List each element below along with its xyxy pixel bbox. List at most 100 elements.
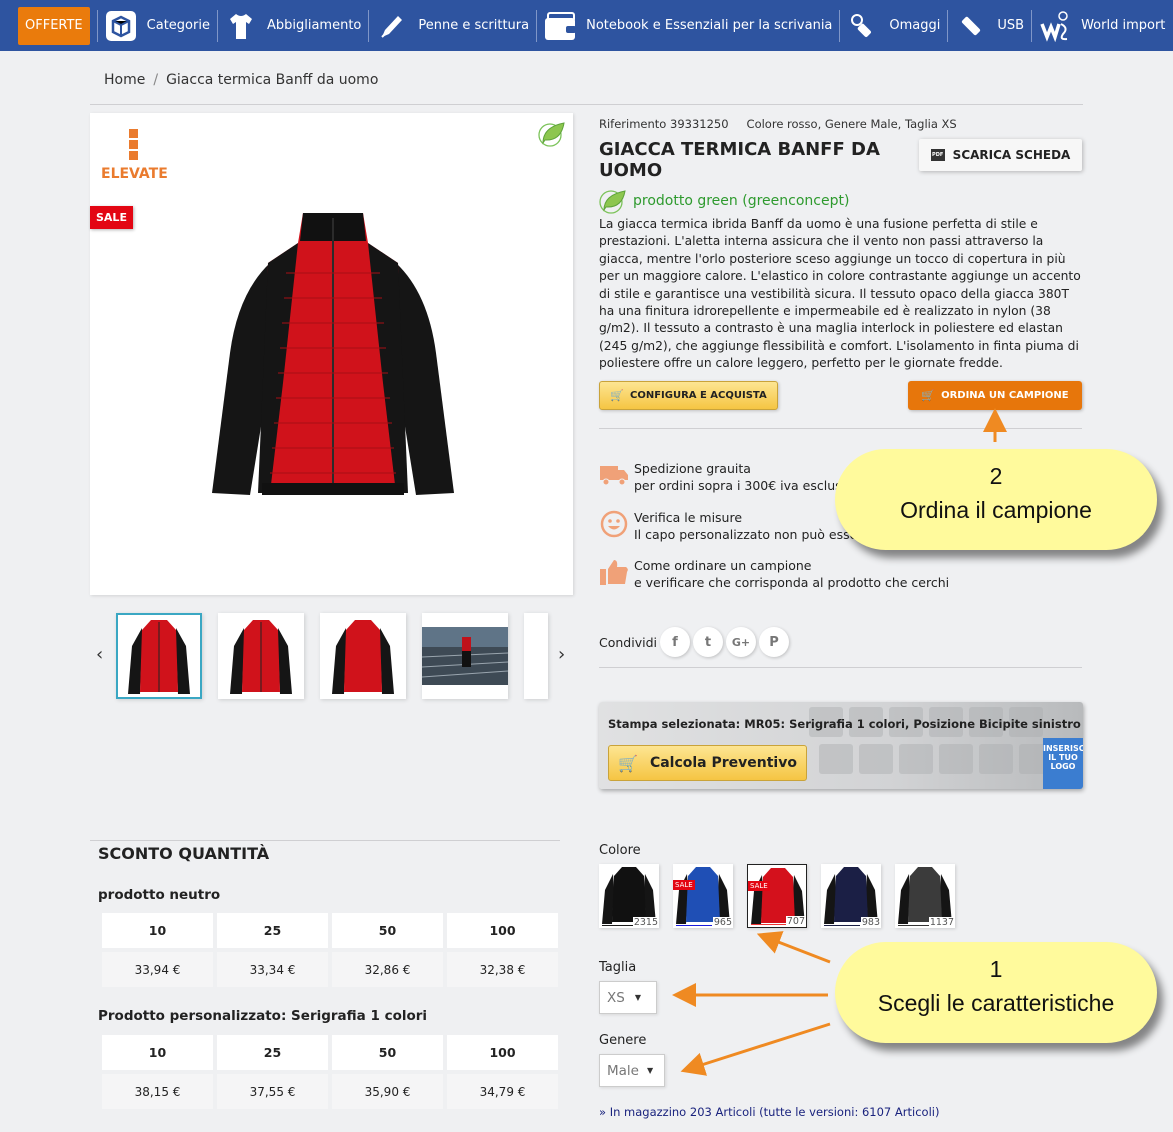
thumbs-up-icon xyxy=(599,557,629,587)
thumbnail-partial[interactable] xyxy=(524,613,548,699)
twitter-icon[interactable]: t xyxy=(692,627,723,657)
caret-down-icon: ▼ xyxy=(646,1066,654,1075)
quantity-header: 100 xyxy=(447,1035,558,1070)
sale-badge: SALE xyxy=(673,880,695,890)
size-select[interactable]: XS ▼ xyxy=(599,981,657,1014)
stock-count: 983 xyxy=(860,917,881,928)
order-sample-button[interactable]: 🛒 ORDINA UN CAMPIONE xyxy=(908,381,1082,410)
info-text: e verificare che corrisponda al prodotto… xyxy=(634,575,950,590)
configure-buy-button[interactable]: 🛒 CONFIGURA E ACQUISTA xyxy=(599,381,778,410)
product-variant: Colore rosso, Genere Male, Taglia XS xyxy=(746,117,957,131)
callout-text: Ordina il campione xyxy=(900,497,1092,523)
nav-divider xyxy=(947,9,949,42)
nav-divider xyxy=(839,9,841,42)
callout-order-sample: 2 Ordina il campione xyxy=(835,449,1157,550)
usb-icon xyxy=(955,10,987,42)
color-label: Colore xyxy=(599,843,641,858)
smiley-icon xyxy=(599,509,629,539)
product-main-image[interactable]: ELEVATE SALE xyxy=(90,113,573,595)
world-import-icon xyxy=(1039,10,1071,42)
thumbnail[interactable] xyxy=(116,613,202,699)
nav-item-omaggi[interactable]: Omaggi xyxy=(847,0,940,51)
gallery-prev-button[interactable]: ‹ xyxy=(96,644,103,665)
gender-label: Genere xyxy=(599,1033,647,1048)
thumbnail[interactable] xyxy=(320,613,406,699)
green-leaf-icon xyxy=(599,190,626,214)
sale-badge: SALE xyxy=(90,206,133,229)
jacket-image xyxy=(212,213,454,495)
nav-label: Notebook e Essenziali per la scrivania xyxy=(586,18,833,33)
nav-label: USB xyxy=(997,18,1025,33)
keychain-icon xyxy=(847,10,879,42)
calculate-quote-button[interactable]: 🛒 Calcola Preventivo xyxy=(608,745,807,781)
nav-item-abbigliamento[interactable]: Abbigliamento xyxy=(225,0,361,51)
box-icon xyxy=(105,10,137,42)
gallery-next-button[interactable]: › xyxy=(558,644,565,665)
nav-item-usb[interactable]: USB xyxy=(955,0,1024,51)
product-title: GIACCA TERMICA BANFF DA UOMO xyxy=(599,139,880,181)
info-text: per ordini sopra i 300€ iva esclusa xyxy=(634,478,850,493)
breadcrumb-home[interactable]: Home xyxy=(104,72,145,88)
nav-divider xyxy=(536,9,538,42)
pinterest-icon[interactable]: P xyxy=(758,627,789,657)
color-swatch[interactable]: 1137 xyxy=(895,864,955,928)
callout-number: 1 xyxy=(989,956,1003,982)
nav-offerte[interactable]: OFFERTE xyxy=(18,6,90,45)
info-title: Verifica le misure xyxy=(634,510,743,525)
info-measures: Verifica le misure Il capo personalizzato… xyxy=(599,509,857,543)
nav-item-categorie[interactable]: Categorie xyxy=(105,0,210,51)
info-text: Il capo personalizzato non può esse xyxy=(634,527,858,542)
green-product-label[interactable]: prodotto green (greenconcept) xyxy=(599,188,849,214)
breadcrumb-separator: / xyxy=(153,72,159,88)
thumbnail[interactable] xyxy=(422,613,508,699)
color-swatch[interactable]: 965 SALE xyxy=(673,864,733,928)
nav-label: Penne e scrittura xyxy=(418,18,530,33)
brand-name: ELEVATE xyxy=(101,166,168,182)
thumbnail[interactable] xyxy=(218,613,304,699)
nav-label: Omaggi xyxy=(889,18,941,33)
cart-icon: 🛒 xyxy=(610,389,624,402)
pen-icon xyxy=(376,10,408,42)
color-swatch[interactable]: 2315 xyxy=(599,864,659,928)
wallet-icon xyxy=(544,10,577,42)
breadcrumb-current: Giacca termica Banff da uomo xyxy=(166,72,379,88)
product-reference: Riferimento 39331250 xyxy=(599,117,729,131)
nav-divider xyxy=(1031,9,1033,42)
nav-item-world-import[interactable]: World import xyxy=(1039,0,1165,51)
tshirt-icon xyxy=(225,10,257,42)
google-plus-icon[interactable]: G+ xyxy=(725,627,756,657)
download-sheet-button[interactable]: PDF SCARICA SCHEDA xyxy=(919,139,1082,171)
divider xyxy=(599,667,1082,668)
color-underline xyxy=(751,924,787,925)
price-cell: 32,86 € xyxy=(332,952,443,987)
info-title: Come ordinare un campione xyxy=(634,558,812,573)
size-label: Taglia xyxy=(599,960,637,975)
configure-buy-label: CONFIGURA E ACQUISTA xyxy=(629,390,767,401)
facebook-icon[interactable]: f xyxy=(659,627,690,657)
divider xyxy=(90,104,1083,105)
discount-title: SCONTO QUANTITÀ xyxy=(98,844,270,863)
color-underline xyxy=(676,925,712,926)
gender-select[interactable]: Male ▼ xyxy=(599,1054,665,1087)
callout-text: Scegli le caratteristiche xyxy=(877,990,1115,1016)
jacket-thumb-icon xyxy=(128,620,190,694)
arrow-to-color xyxy=(756,931,831,964)
color-swatch[interactable]: 983 xyxy=(821,864,881,928)
nav-item-notebook[interactable]: Notebook e Essenziali per la scrivania xyxy=(544,0,832,51)
divider xyxy=(90,840,560,841)
info-sample[interactable]: Come ordinare un campione e verificare ch… xyxy=(599,557,949,591)
jacket-back-thumb-icon xyxy=(332,620,394,694)
arrow-to-gender xyxy=(680,1022,831,1076)
selected-print-text: Stampa selezionata: MR05: Serigrafia 1 c… xyxy=(608,717,1081,731)
color-swatch[interactable]: 707 SALE xyxy=(747,864,807,928)
order-sample-label: ORDINA UN CAMPIONE xyxy=(941,390,1069,401)
quantity-header: 25 xyxy=(217,1035,328,1070)
cart-icon: 🛒 xyxy=(921,389,936,402)
gender-value: Male xyxy=(607,1062,639,1079)
quantity-header: 100 xyxy=(447,913,558,948)
nav-item-penne[interactable]: Penne e scrittura xyxy=(376,0,529,51)
stock-link[interactable]: » In magazzino 203 Articoli (tutte le ve… xyxy=(599,1105,939,1119)
nav-divider xyxy=(96,9,98,42)
callout-choose-features: 1 Scegli le caratteristiche xyxy=(835,942,1157,1043)
price-table-neutral: 10 25 50 100 33,94 € 33,34 € 32,86 € 32,… xyxy=(102,913,558,987)
